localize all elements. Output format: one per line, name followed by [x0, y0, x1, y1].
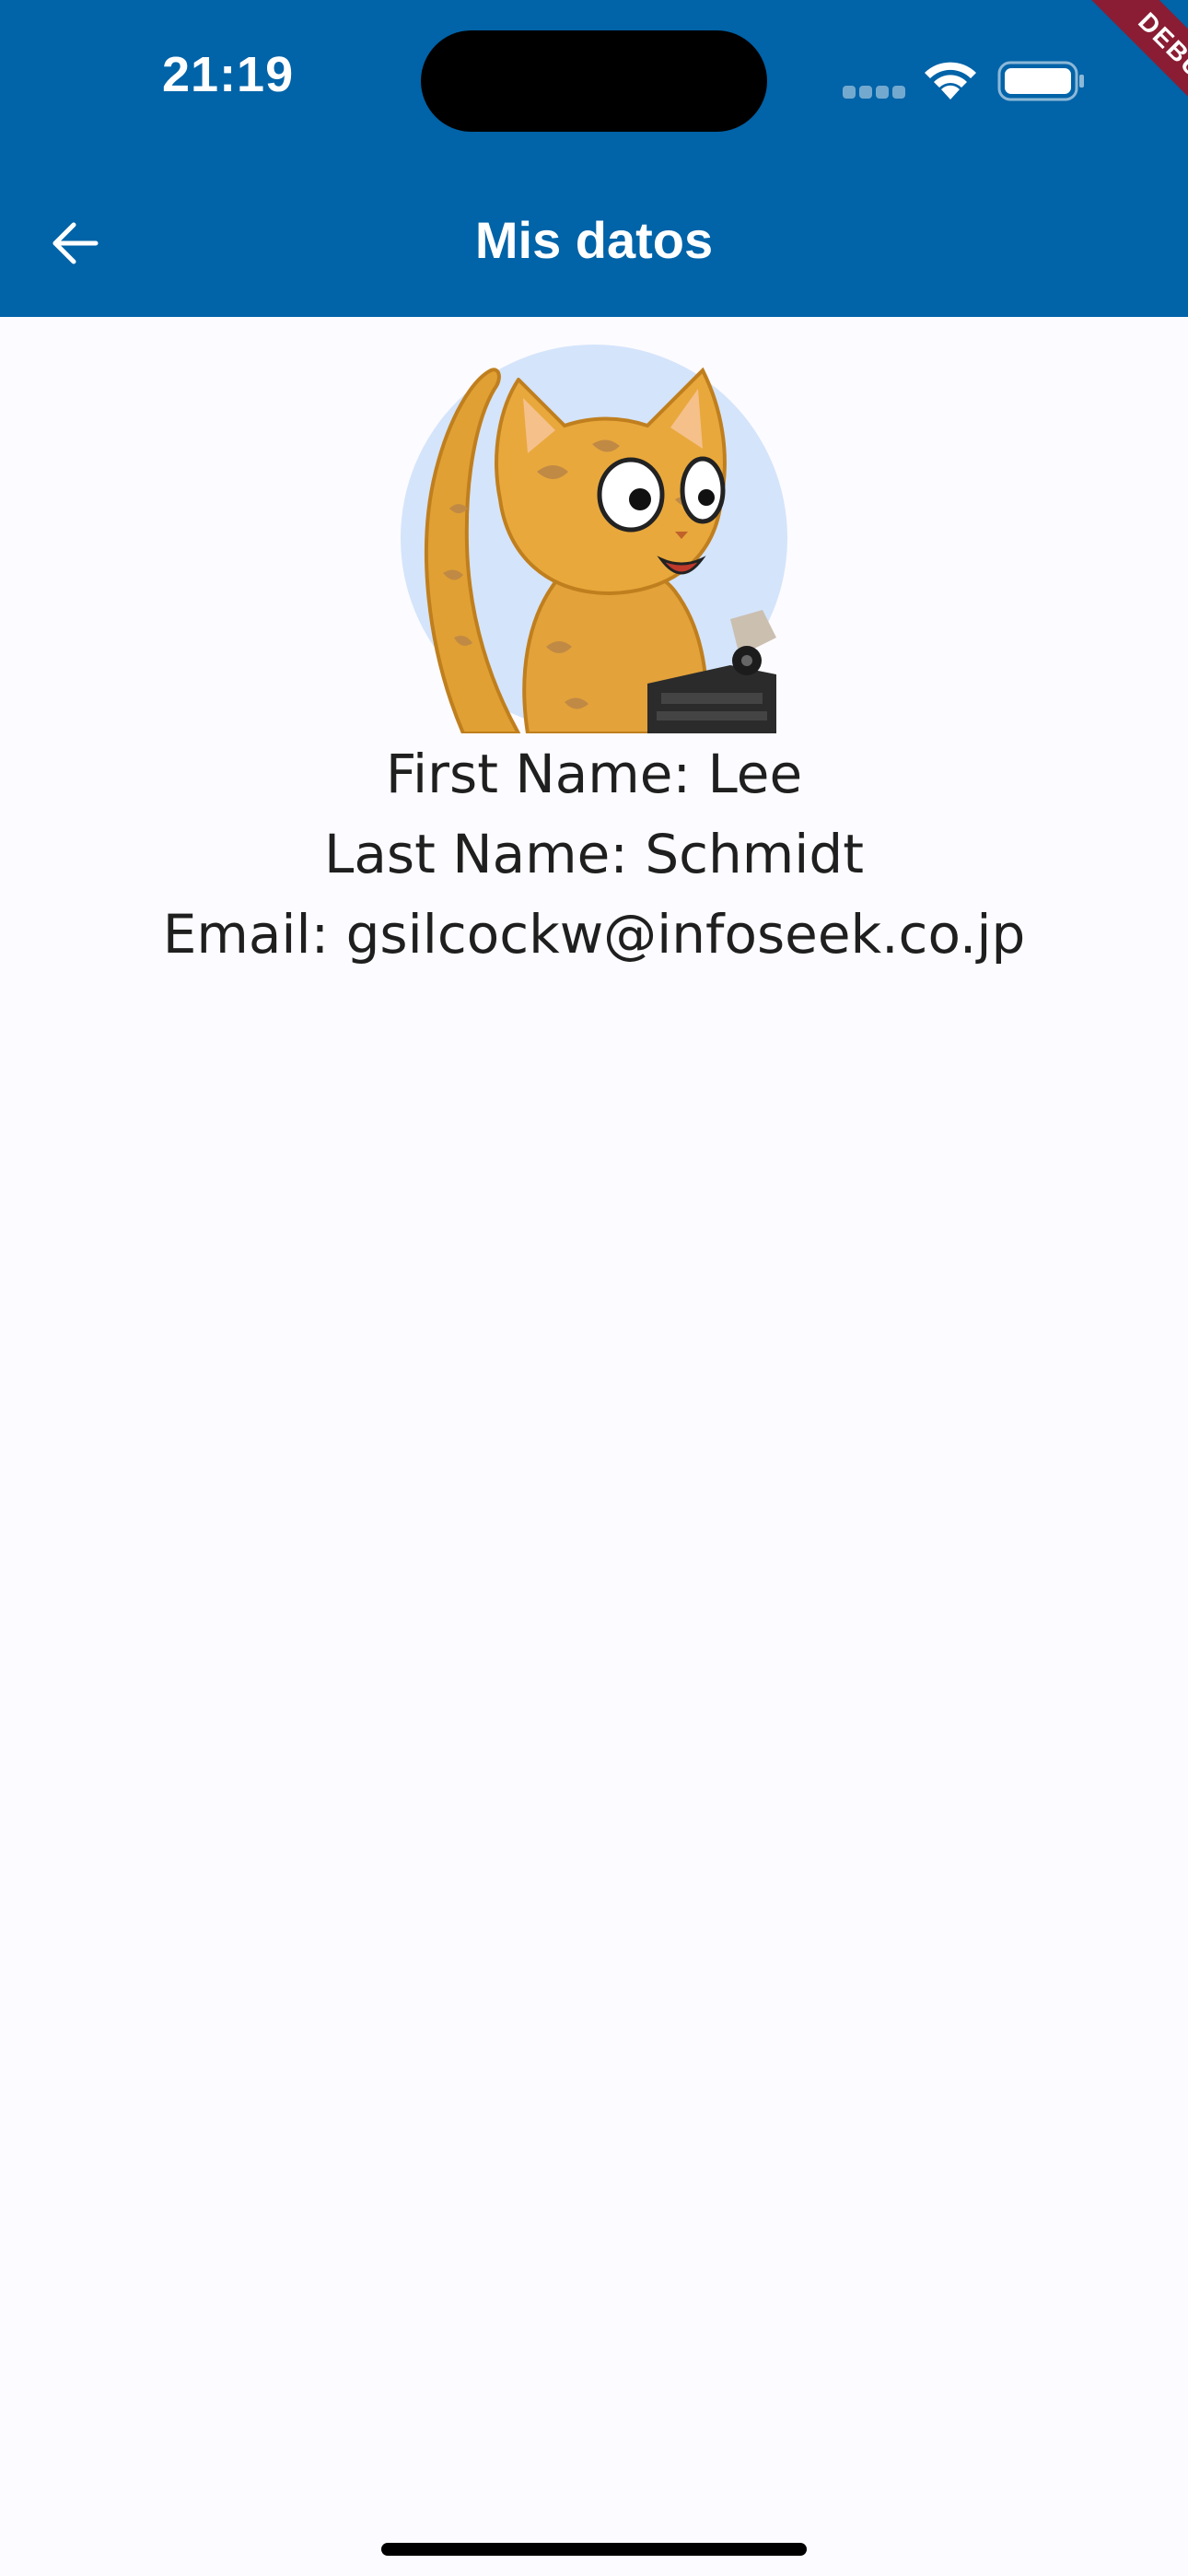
debug-banner: DEBUG: [1022, 0, 1188, 166]
home-indicator[interactable]: [381, 2543, 807, 2556]
first-name-text: First Name: Lee: [385, 743, 803, 805]
cellular-signal-icon: [843, 86, 905, 99]
email-text: Email: gsilcockw@infoseek.co.jp: [162, 903, 1026, 966]
page-title: Mis datos: [474, 211, 714, 269]
status-time: 21:19: [162, 47, 295, 102]
dynamic-island: [421, 30, 767, 132]
debug-label: DEBUG: [1064, 0, 1188, 166]
app-header: 21:19 DEBUG Mis datos: [0, 0, 1188, 317]
profile-avatar: [401, 345, 787, 733]
screen: 21:19 DEBUG Mis datos First Name: Lee La…: [0, 0, 1188, 2576]
wifi-icon: [925, 62, 976, 100]
last-name-text: Last Name: Schmidt: [324, 823, 864, 885]
